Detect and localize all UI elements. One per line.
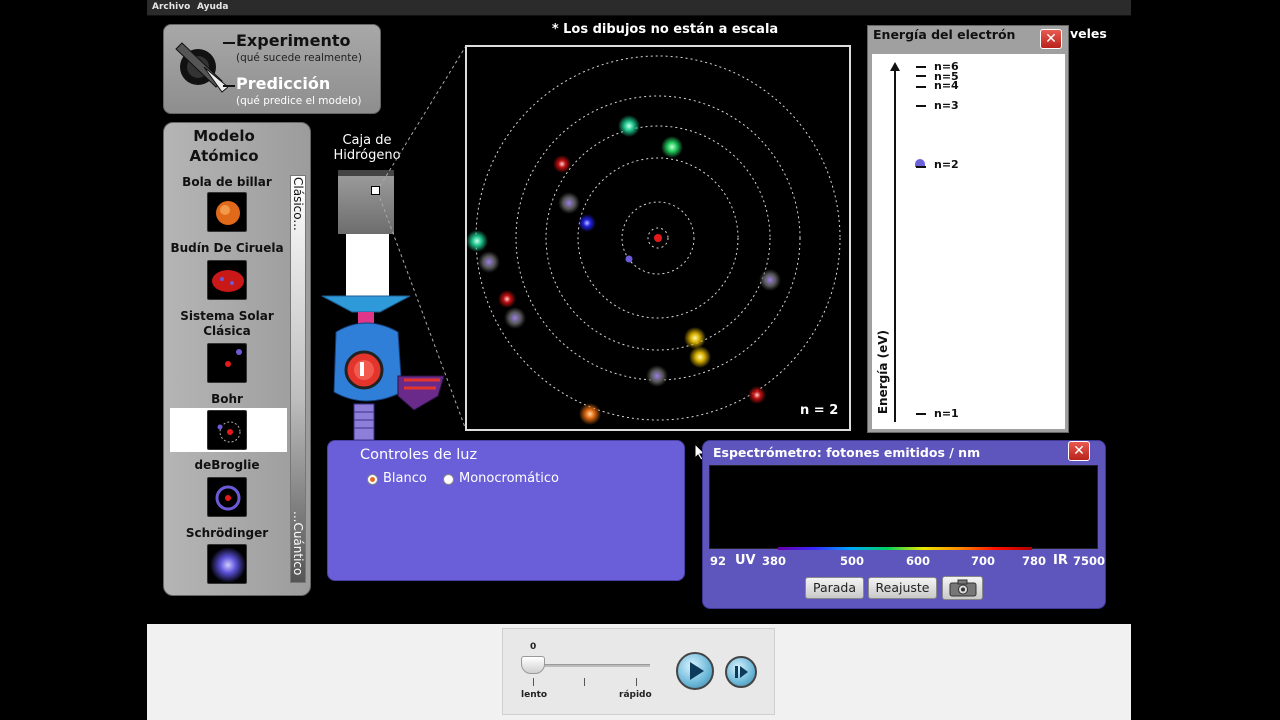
schrodinger-icon: [210, 547, 246, 583]
nucleus: [654, 234, 662, 242]
snapshot-button[interactable]: [942, 576, 983, 600]
left-letterbox: [0, 0, 147, 720]
model-solar-system[interactable]: [207, 343, 247, 383]
energy-axis: [894, 66, 896, 422]
model-label-bohr[interactable]: Bohr: [166, 392, 288, 407]
spectrum-tick-92: 92: [710, 554, 727, 568]
step-button[interactable]: [725, 656, 757, 688]
spectrum-tick-7500: 7500: [1073, 554, 1106, 568]
model-label-debroglie[interactable]: deBroglie: [166, 458, 288, 473]
speed-slider-knob[interactable]: [521, 656, 545, 674]
spectrum-tick-380: 380: [762, 554, 787, 568]
model-bohr[interactable]: [207, 410, 247, 450]
model-debroglie[interactable]: [207, 477, 247, 517]
speed-tick-fast: [636, 678, 637, 686]
photons: [466, 115, 781, 425]
billiard-ball-icon: [216, 201, 240, 225]
spectrum-tick-700: 700: [971, 554, 996, 568]
menu-ayuda[interactable]: Ayuda: [197, 2, 228, 12]
model-heading-line1: Modelo: [193, 127, 255, 145]
visible-spectrum-strip: [778, 547, 1032, 550]
level-label-n1: n=1: [934, 407, 959, 420]
play-button[interactable]: [676, 652, 714, 690]
level-line-n2: [916, 166, 926, 168]
level-line-n4: [916, 86, 926, 88]
radio-monochromatic[interactable]: [443, 474, 454, 485]
menubar: Archivo Ayuda: [147, 0, 1131, 16]
model-label-plum-pudding[interactable]: Budín De Ciruela: [166, 241, 288, 256]
spectrum-uv-label: UV: [735, 553, 756, 568]
close-spectrometer-button[interactable]: ✕: [1068, 441, 1090, 461]
right-letterbox: [1131, 0, 1280, 720]
speed-tick-slow: [533, 678, 534, 686]
light-controls-title: Controles de luz: [360, 447, 478, 463]
speed-slow-label: lento: [521, 690, 548, 700]
bohr-icon: [217, 421, 241, 443]
energy-axis-label: Energía (eV): [876, 330, 890, 415]
experiment-dash: [223, 42, 235, 44]
atomic-model-panel: Modelo Atómico Clásico... ...Cuántico Bo…: [163, 122, 311, 596]
spectrum-tick-500: 500: [840, 554, 865, 568]
electron: [625, 255, 633, 263]
level-line-n3: [916, 105, 926, 107]
play-icon: [690, 662, 704, 680]
close-icon: ✕: [1073, 443, 1085, 459]
model-label-schrodinger[interactable]: Schrödinger: [166, 526, 288, 541]
level-label-n3: n=3: [934, 99, 959, 112]
step-icon: [735, 666, 748, 678]
plum-pudding-icon: [212, 270, 244, 292]
level-line-n1: [916, 413, 926, 415]
menu-archivo[interactable]: Archivo: [152, 2, 190, 12]
model-billiard-ball[interactable]: [207, 192, 247, 232]
stop-button[interactable]: Parada: [805, 577, 864, 599]
atom-state-label: n = 2: [800, 403, 839, 418]
hydrogen-box-window: [371, 186, 380, 195]
prediction-subtitle: (qué predice el modelo): [236, 95, 362, 107]
scale-disclaimer: * Los dibujos no están a escala: [551, 22, 779, 37]
model-label-solar-system[interactable]: Sistema Solar Clásica: [166, 309, 288, 339]
speed-tick-middle: [584, 678, 585, 686]
spectrometer-screen: [709, 465, 1098, 549]
experiment-option[interactable]: Experimento: [236, 31, 350, 50]
close-icon: ✕: [1045, 31, 1057, 47]
zoom-lines: [380, 45, 467, 431]
solar-system-icon: [225, 349, 242, 367]
atom-view: [465, 45, 851, 431]
model-heading-line2: Atómico: [189, 147, 259, 165]
level-line-n6: [916, 66, 926, 68]
spectrometer-title: Espectrómetro: fotones emitidos / nm: [713, 445, 981, 460]
app-window: Archivo Ayuda Experimento (qué sucede re…: [0, 0, 1280, 720]
experiment-subtitle: (qué sucede realmente): [236, 52, 362, 64]
bohr-atom-view: [466, 55, 841, 425]
speed-fast-label: rápido: [619, 690, 652, 700]
radio-monochromatic-label[interactable]: Monocromático: [459, 471, 559, 486]
mode-switch-icon[interactable]: [172, 37, 228, 93]
speed-value: 0: [530, 642, 537, 652]
spectrum-ir-label: IR: [1053, 553, 1068, 568]
spectrum-tick-600: 600: [906, 554, 931, 568]
model-schrodinger[interactable]: [207, 544, 247, 584]
reset-button[interactable]: Reajuste: [868, 577, 937, 599]
clipped-levels-text: veles: [1070, 26, 1107, 41]
model-plum-pudding[interactable]: [207, 260, 247, 300]
radio-white[interactable]: [367, 474, 378, 485]
scale-quantum-label: ...Cuántico: [291, 511, 305, 576]
energy-plot: [872, 54, 1065, 429]
level-label-n2: n=2: [934, 158, 959, 171]
spectrum-tick-780: 780: [1022, 554, 1047, 568]
energy-diagram-title: Energía del electrón: [873, 27, 1016, 42]
prediction-option[interactable]: Predicción: [236, 74, 330, 93]
debroglie-icon: [215, 485, 241, 511]
level-label-n4: n=4: [934, 79, 959, 92]
radio-white-label[interactable]: Blanco: [383, 471, 427, 486]
close-energy-button[interactable]: ✕: [1040, 29, 1062, 49]
model-label-billiard[interactable]: Bola de billar: [166, 175, 288, 190]
scale-classical-label: Clásico...: [291, 177, 305, 231]
level-line-n5: [916, 75, 926, 77]
camera-icon: [949, 579, 976, 597]
prediction-dash: [223, 85, 235, 87]
